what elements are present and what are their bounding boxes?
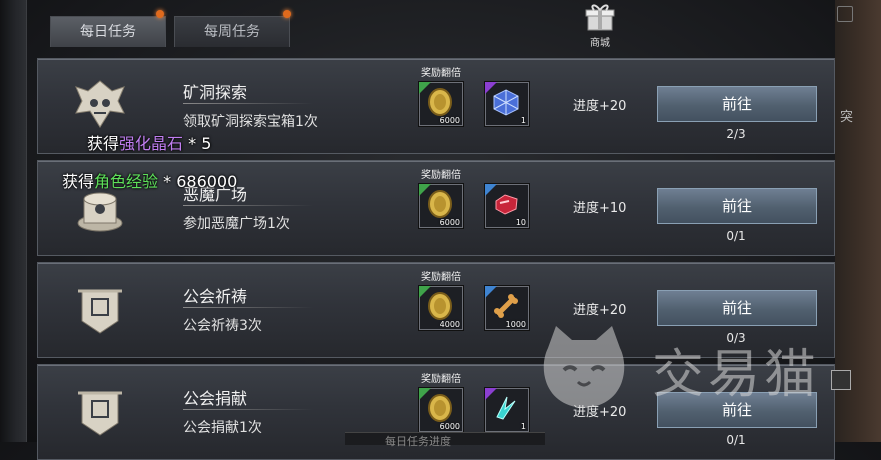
tab-weekly[interactable]: 每周任务 bbox=[174, 16, 290, 47]
reward-quantity: 4000 bbox=[439, 320, 460, 329]
crystal-cube-icon bbox=[493, 89, 519, 116]
tab-weekly-notification-dot bbox=[283, 10, 291, 18]
reward-quantity: 1 bbox=[520, 422, 526, 431]
guild-donation-emblem-icon bbox=[78, 391, 122, 436]
reward-slot[interactable]: 6000 bbox=[418, 387, 464, 433]
blue-crystal-icon bbox=[496, 396, 516, 420]
task-count: 0/1 bbox=[726, 433, 746, 447]
goto-button[interactable]: 前往 bbox=[657, 188, 817, 224]
reward-quantity: 6000 bbox=[439, 218, 460, 227]
bone-icon bbox=[494, 294, 518, 318]
shop-button[interactable]: 商城 bbox=[580, 2, 620, 49]
task-count: 2/3 bbox=[726, 127, 746, 141]
notification-prefix: 获得 bbox=[87, 134, 120, 153]
task-title: 公会祈祷 bbox=[183, 287, 248, 306]
reward-slot[interactable]: 6000 bbox=[418, 81, 464, 127]
title-divider bbox=[183, 205, 313, 206]
watermark-text: 交易猫 bbox=[652, 345, 821, 405]
reward-slot[interactable]: 1000 bbox=[484, 285, 530, 331]
task-title: 公会捐献 bbox=[183, 389, 248, 408]
gift-box-icon bbox=[585, 4, 615, 31]
bonus-label: 奖励翻倍 bbox=[421, 272, 461, 283]
left-frame bbox=[0, 0, 27, 442]
title-divider bbox=[183, 409, 313, 410]
watermark: 交易猫 bbox=[534, 318, 844, 418]
reward-quantity: 6000 bbox=[439, 422, 460, 431]
side-text: 突 bbox=[839, 110, 853, 125]
task-description: 领取矿洞探索宝箱1次 bbox=[183, 114, 318, 130]
bonus-label: 奖励翻倍 bbox=[421, 68, 461, 79]
reward-slot[interactable]: 10 bbox=[484, 183, 530, 229]
task-count: 0/1 bbox=[726, 229, 746, 243]
reward-slot[interactable]: 1 bbox=[484, 81, 530, 127]
notification-suffix: * 5 bbox=[183, 134, 212, 153]
notification-item: 角色经验 bbox=[94, 172, 159, 191]
notification-prefix: 获得 bbox=[62, 172, 95, 191]
gold-coin-icon bbox=[428, 88, 452, 116]
reward-quantity: 1 bbox=[520, 116, 526, 125]
task-title: 矿洞探索 bbox=[183, 83, 248, 102]
gold-coin-icon bbox=[428, 394, 452, 422]
progress-text: 进度+10 bbox=[573, 201, 627, 216]
title-divider bbox=[183, 307, 313, 308]
reward-notification: 获得强化晶石 * 5 bbox=[87, 130, 211, 154]
progress-text: 进度+20 bbox=[573, 99, 627, 114]
bonus-label: 奖励翻倍 bbox=[421, 170, 461, 181]
cat-logo-icon bbox=[543, 326, 625, 408]
corner-icon[interactable] bbox=[837, 6, 853, 22]
mine-skull-emblem-icon bbox=[75, 80, 125, 128]
notification-item: 强化晶石 bbox=[119, 134, 184, 153]
reward-slot[interactable]: 6000 bbox=[418, 183, 464, 229]
bottom-progress-bar: 每日任务进度 bbox=[345, 432, 545, 448]
reward-notification: 获得角色经验 * 686000 bbox=[62, 168, 237, 192]
red-gem-icon bbox=[495, 194, 518, 215]
gold-coin-icon bbox=[428, 292, 452, 320]
guild-banner-emblem-icon bbox=[78, 289, 122, 334]
reward-slot[interactable]: 1 bbox=[484, 387, 530, 433]
task-description: 参加恶魔广场1次 bbox=[183, 216, 290, 232]
reward-quantity: 6000 bbox=[439, 116, 460, 125]
title-divider bbox=[183, 103, 313, 104]
goto-button[interactable]: 前往 bbox=[657, 86, 817, 122]
progress-text: 进度+20 bbox=[573, 303, 627, 318]
notification-suffix: * 686000 bbox=[158, 172, 238, 191]
tab-daily[interactable]: 每日任务 bbox=[50, 16, 166, 47]
expand-icon[interactable] bbox=[831, 370, 851, 390]
reward-quantity: 1000 bbox=[505, 320, 526, 329]
bonus-label: 奖励翻倍 bbox=[421, 374, 461, 385]
reward-quantity: 10 bbox=[515, 218, 526, 227]
task-description: 公会捐献1次 bbox=[183, 420, 262, 436]
reward-slot[interactable]: 4000 bbox=[418, 285, 464, 331]
gold-coin-icon bbox=[428, 190, 452, 218]
tab-daily-notification-dot bbox=[156, 10, 164, 18]
shop-label: 商城 bbox=[590, 38, 610, 49]
task-description: 公会祈祷3次 bbox=[183, 318, 262, 334]
